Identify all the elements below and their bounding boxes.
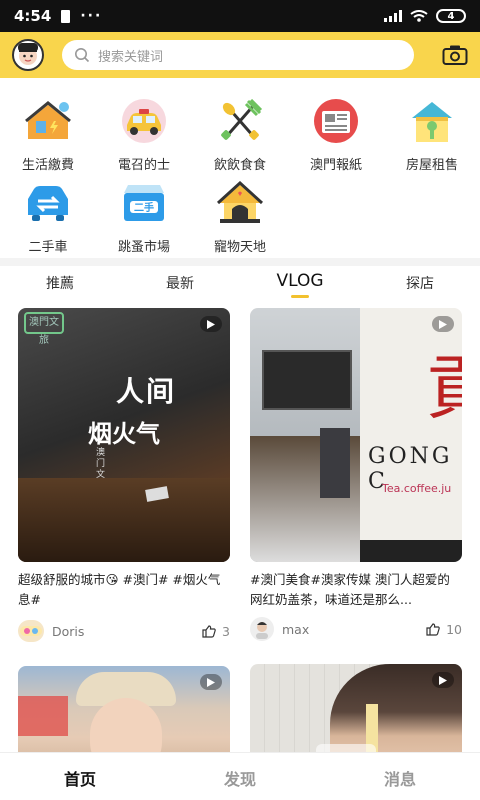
video-feed: 澳門文旅 人间 烟火气 澳门文旅 超级舒服的城市😘 #澳门# #烟火气息# Do… [0,306,480,752]
play-icon [432,672,454,688]
car-swap-icon [23,180,73,226]
category-pets[interactable]: 寵物天地 [192,180,288,255]
tab-label: 探店 [406,276,434,292]
pet-house-icon [215,180,265,226]
cutlery-icon [215,98,265,144]
thumbnail-face [90,698,162,752]
category-used-cars[interactable]: 二手車 [0,180,96,255]
video-meta: Doris 3 [18,620,230,642]
nav-discover[interactable]: 发现 [160,753,320,800]
category-label: 跳蚤市場 [117,240,170,255]
category-living-bills[interactable]: 生活繳費 [0,98,96,173]
thumbnail-title-1: 人间 [116,375,177,408]
video-caption: #澳门美食#澳家传媒 澳门人超爱的网红奶盖茶，味道还是那么... [250,572,450,607]
profile-avatar[interactable] [12,39,44,71]
camera-icon[interactable] [442,44,468,66]
bottom-navigation: 首页 发现 消息 [0,752,480,800]
video-card[interactable]: GONG C Tea.coffee.ju 貢 #澳门美食#澳家传媒 澳门人超爱的… [250,308,462,641]
like-count: 10 [446,621,462,637]
thumbnail-umbrella [18,696,68,736]
tab-label: 最新 [166,276,194,292]
category-flea-market[interactable]: 二手 跳蚤市場 [96,180,192,255]
video-meta: max 10 [250,617,462,641]
status-time: 4:54 [14,7,52,25]
video-thumbnail[interactable]: GONG C Tea.coffee.ju 貢 [250,308,462,562]
newspaper-icon [311,98,361,144]
category-label: 飲飲食食 [213,158,266,173]
play-icon [200,316,222,332]
category-label: 澳門報紙 [309,158,362,173]
category-food[interactable]: 飲飲食食 [192,98,288,173]
category-grid: 生活繳費 電召的士 飲飲食食 澳門報紙 房屋租售 二手車 二手 跳蚤市場 寵物天… [0,90,480,260]
wifi-icon [410,10,428,22]
thumbs-up-icon [426,622,440,636]
tab-vlog[interactable]: VLOG [240,266,360,300]
category-label: 電召的士 [117,158,170,173]
top-bar: 搜索关键词 [0,32,480,78]
more-notifications-icon: ··· [80,8,103,24]
secondhand-box-icon: 二手 [119,180,169,226]
video-thumbnail[interactable] [250,664,462,752]
user-avatar[interactable] [18,620,44,642]
thumbnail-bar [360,540,462,562]
watermark-logo: 澳門文旅 [24,312,64,346]
video-caption: 超级舒服的城市😘 #澳门# #烟火气息# [18,572,221,607]
battery-icon: 4 [436,9,466,23]
feed-tabs: 推薦 最新 VLOG 探店 [0,266,480,300]
nav-home[interactable]: 首页 [0,753,160,800]
tab-label: 推薦 [46,276,74,292]
category-taxi[interactable]: 電召的士 [96,98,192,173]
search-input[interactable]: 搜索关键词 [62,40,414,70]
nav-messages[interactable]: 消息 [320,753,480,800]
user-avatar[interactable] [250,617,274,641]
user-face-icon [18,43,38,65]
tab-label: VLOG [276,271,324,291]
thumbnail-sign-subtext: Tea.coffee.ju [382,482,452,495]
thumbnail-cup [316,744,376,752]
svg-text:二手: 二手 [134,201,154,214]
video-card[interactable] [18,666,230,752]
video-card[interactable] [250,664,462,752]
active-tab-indicator [291,295,309,298]
status-bar: 4:54 ··· 4 [0,0,480,32]
thumbnail-ground [18,478,230,562]
username[interactable]: Doris [52,624,84,639]
category-label: 房屋租售 [405,158,458,173]
signal-icon [384,10,402,22]
like-button[interactable]: 3 [202,624,230,639]
tab-latest[interactable]: 最新 [120,266,240,300]
sim-card-icon [61,9,71,23]
category-newspaper[interactable]: 澳門報紙 [288,98,384,173]
category-housing[interactable]: 房屋租售 [384,98,480,173]
thumbs-up-icon [202,624,216,638]
thumbnail-title-2: 烟火气 [88,419,160,448]
thumbnail-sign-panel [320,428,350,498]
tab-recommended[interactable]: 推薦 [0,266,120,300]
video-card[interactable]: 澳門文旅 人间 烟火气 澳门文旅 超级舒服的城市😘 #澳门# #烟火气息# Do… [18,308,230,642]
thumbnail-menu-board [262,350,352,410]
like-count: 3 [222,623,230,639]
video-thumbnail[interactable] [18,666,230,752]
play-icon [200,674,222,690]
video-thumbnail[interactable]: 澳門文旅 人间 烟火气 澳门文旅 [18,308,230,562]
avatar-badge-icon [20,626,42,636]
like-button[interactable]: 10 [426,622,462,637]
search-placeholder: 搜索关键词 [98,49,164,65]
category-label: 生活繳費 [21,158,74,173]
category-label: 二手車 [28,240,68,255]
search-icon [75,48,90,63]
thumbnail-red-glyph: 貢 [426,347,462,429]
house-key-icon [407,98,457,144]
taxi-icon [119,98,169,144]
category-label: 寵物天地 [213,240,266,255]
username[interactable]: max [282,622,309,637]
section-divider [0,258,480,266]
tab-explore-shop[interactable]: 探店 [360,266,480,300]
house-bill-icon [23,98,73,144]
play-icon [432,316,454,332]
user-face-icon [256,622,268,639]
